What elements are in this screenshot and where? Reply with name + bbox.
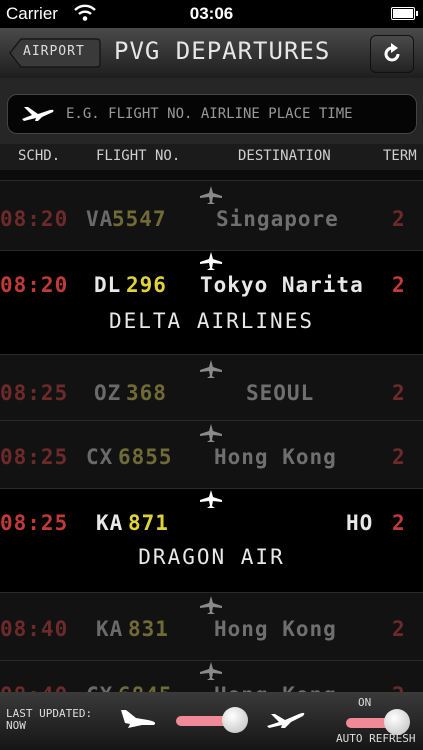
destination: HO (346, 511, 374, 535)
departure-time: 08:25 (0, 445, 69, 469)
flight-row[interactable]: 08:25 KA 871 HO 2 DRAGON AIR (0, 488, 423, 593)
terminal: 2 (392, 273, 406, 297)
refresh-interval-slider[interactable] (176, 707, 248, 733)
page-title: PVG DEPARTURES (114, 37, 331, 65)
refresh-button[interactable] (370, 35, 414, 73)
bottom-toolbar: LAST UPDATED: NOW ON AUTO REFRESH (0, 692, 423, 750)
col-schd: SCHD. (18, 148, 61, 164)
flight-number: 368 (126, 381, 167, 405)
airline-name: DELTA AIRLINES (108, 309, 314, 333)
column-header: SCHD. FLIGHT NO. DESTINATION TERM (0, 144, 423, 170)
search-input[interactable] (64, 101, 408, 127)
departure-time: 08:25 (0, 511, 69, 535)
airplane-icon (22, 107, 54, 121)
terminal: 2 (392, 381, 406, 405)
flight-row[interactable]: 08:25 CX 6855 Hong Kong 2 (0, 420, 423, 489)
flight-number: 296 (126, 273, 167, 297)
flight-number: 6855 (118, 445, 173, 469)
flight-number: 5547 (112, 207, 167, 231)
airline-code: OZ (94, 381, 122, 405)
battery-icon (391, 7, 418, 20)
terminal: 2 (392, 207, 406, 231)
airplane-icon (200, 186, 222, 204)
flight-row[interactable]: 08:20 DL 296 Tokyo Narita 2 DELTA AIRLIN… (0, 250, 423, 355)
status-bar: Carrier 03:06 (0, 0, 423, 28)
airline-code: VA (86, 207, 114, 231)
flight-number: 831 (128, 617, 169, 641)
toggle-state-label: ON (358, 696, 372, 709)
terminal: 2 (392, 617, 406, 641)
airline-code: DL (94, 273, 122, 297)
flight-row[interactable]: 08:40 KA 831 Hong Kong 2 (0, 592, 423, 661)
terminal: 2 (392, 511, 406, 535)
nav-bar: AIRPORT PVG DEPARTURES (0, 28, 423, 79)
airplane-icon (200, 252, 222, 270)
search-bar (0, 78, 423, 144)
slider-knob[interactable] (222, 707, 248, 733)
departure-plane-icon (267, 712, 305, 728)
airplane-icon (200, 360, 222, 378)
last-updated-value: NOW (6, 719, 26, 732)
col-destination: DESTINATION (238, 148, 331, 164)
airline-code: KA (96, 617, 124, 641)
airline-name: DRAGON AIR (138, 545, 285, 569)
auto-refresh-toggle[interactable] (346, 709, 410, 735)
back-button-label: AIRPORT (23, 44, 85, 59)
destination: Singapore (216, 207, 339, 231)
airplane-icon (200, 424, 222, 442)
departure-time: 08:25 (0, 381, 69, 405)
departure-time: 08:20 (0, 273, 69, 297)
airplane-icon (200, 596, 222, 614)
arrival-plane-icon (121, 710, 156, 728)
destination: SEOUL (246, 381, 315, 405)
destination: Hong Kong (214, 445, 337, 469)
clock: 03:06 (189, 4, 234, 23)
search-field[interactable] (7, 94, 417, 134)
refresh-icon (384, 43, 400, 62)
flight-row[interactable]: 08:20 VA 5547 Singapore 2 (0, 180, 423, 251)
departure-time: 08:20 (0, 207, 69, 231)
col-term: TERM (383, 148, 417, 164)
flight-number: 871 (128, 511, 169, 535)
back-button[interactable]: AIRPORT (9, 38, 101, 68)
destination: Hong Kong (214, 617, 337, 641)
terminal: 2 (392, 445, 406, 469)
airplane-icon (200, 662, 222, 680)
auto-refresh-label: AUTO REFRESH (336, 732, 416, 745)
col-flight: FLIGHT NO. (96, 148, 181, 164)
destination: Tokyo Narita (200, 273, 364, 297)
last-updated: LAST UPDATED: NOW (6, 708, 92, 732)
flight-row[interactable]: 08:25 OZ 368 SEOUL 2 (0, 354, 423, 421)
airline-code: CX (86, 445, 114, 469)
airplane-icon (200, 490, 222, 508)
airline-code: KA (96, 511, 124, 535)
departure-time: 08:40 (0, 617, 69, 641)
